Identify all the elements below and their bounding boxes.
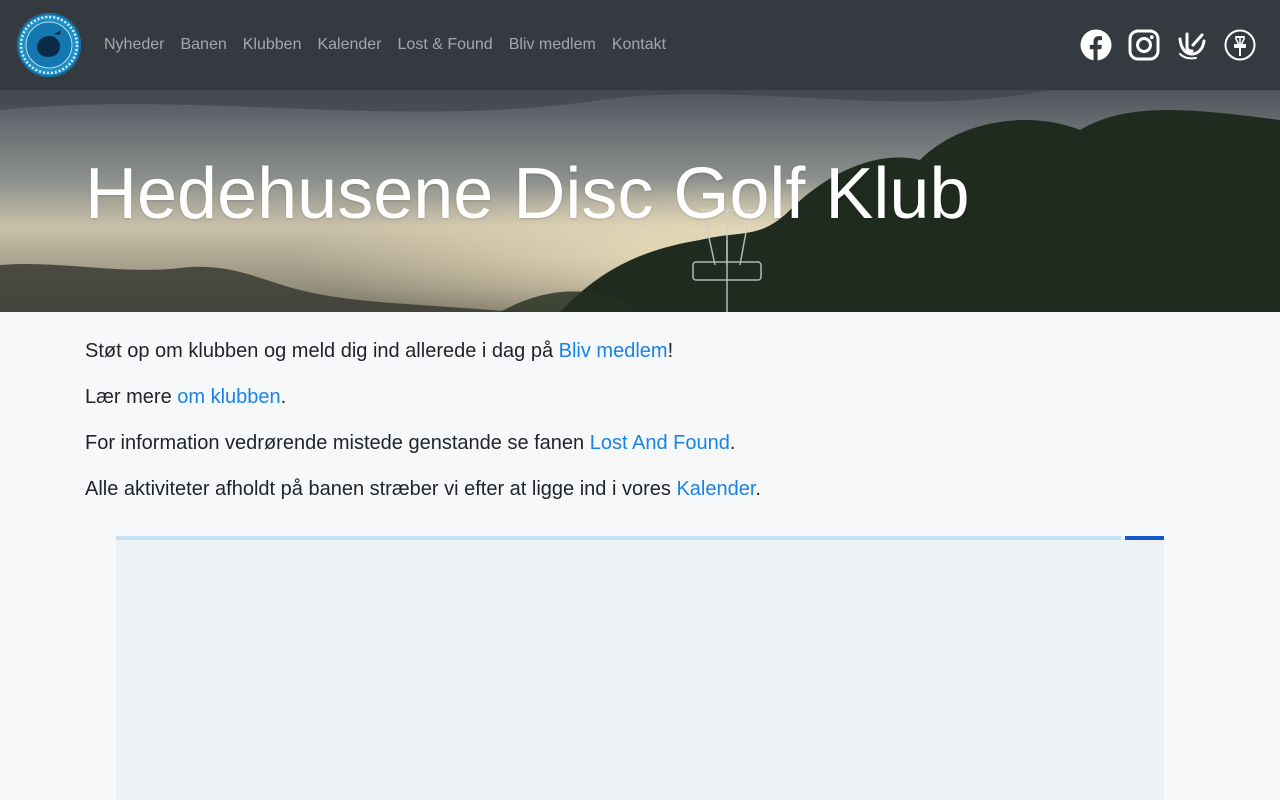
nav-lost-found[interactable]: Lost & Found <box>390 36 501 54</box>
lost-and-found-link[interactable]: Lost And Found <box>590 432 730 454</box>
intro-paragraph-lost-found: For information vedrørende mistede genst… <box>85 430 1195 456</box>
navbar: Nyheder Banen Klubben Kalender Lost & Fo… <box>0 0 1280 90</box>
embedded-frame[interactable] <box>116 536 1164 800</box>
embed-loading-indicator <box>1125 536 1164 540</box>
disc-golf-basket-link[interactable] <box>1224 29 1256 61</box>
club-logo-icon <box>17 13 81 77</box>
nav-bliv-medlem[interactable]: Bliv medlem <box>501 36 604 54</box>
nav-banen[interactable]: Banen <box>172 36 234 54</box>
nav-klubben[interactable]: Klubben <box>235 36 310 54</box>
udisc-icon <box>1178 32 1206 60</box>
udisc-link[interactable] <box>1176 29 1208 61</box>
kalender-link[interactable]: Kalender <box>676 478 755 500</box>
disc-golf-basket-icon <box>1224 29 1256 61</box>
paragraph-text: . <box>280 386 287 408</box>
om-klubben-link[interactable]: om klubben <box>177 386 280 408</box>
intro-content: Støt op om klubben og meld dig ind aller… <box>85 338 1195 522</box>
paragraph-text: For information vedrørende mistede genst… <box>85 432 590 454</box>
intro-paragraph-calendar: Alle aktiviteter afholdt på banen stræbe… <box>85 476 1195 502</box>
main-menu: Nyheder Banen Klubben Kalender Lost & Fo… <box>96 0 674 90</box>
intro-paragraph-membership: Støt op om klubben og meld dig ind aller… <box>85 338 1195 364</box>
nav-kontakt[interactable]: Kontakt <box>604 36 674 54</box>
bliv-medlem-link[interactable]: Bliv medlem <box>559 340 668 362</box>
facebook-link[interactable] <box>1080 29 1112 61</box>
paragraph-text: . <box>729 432 736 454</box>
paragraph-text: . <box>755 478 761 500</box>
nav-nyheder[interactable]: Nyheder <box>96 36 172 54</box>
paragraph-text: Lær mere <box>85 386 178 408</box>
paragraph-text: Støt op om klubben og meld dig ind aller… <box>85 340 559 362</box>
page-title: Hedehusene Disc Golf Klub <box>85 154 970 234</box>
embed-loading-track <box>116 536 1121 540</box>
hero-banner: Hedehusene Disc Golf Klub <box>0 90 1280 312</box>
instagram-icon <box>1128 29 1160 61</box>
intro-paragraph-about: Lær mere om klubben. <box>85 384 1195 410</box>
instagram-link[interactable] <box>1128 29 1160 61</box>
club-logo[interactable] <box>16 12 82 78</box>
facebook-icon <box>1080 29 1112 61</box>
paragraph-text: ! <box>667 340 674 362</box>
nav-kalender[interactable]: Kalender <box>309 36 389 54</box>
paragraph-text: Alle aktiviteter afholdt på banen stræbe… <box>85 478 677 500</box>
social-links <box>1080 27 1256 63</box>
